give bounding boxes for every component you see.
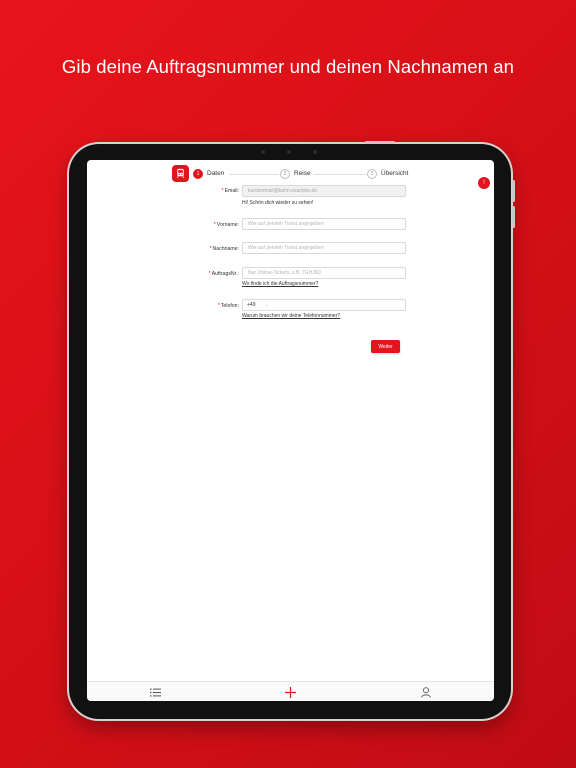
country-code-select[interactable]: +49 ⌄: [242, 299, 274, 311]
step-3-label: Übersicht: [381, 170, 409, 177]
telefon-label: *Telefon:: [217, 303, 239, 309]
sensor: [313, 150, 317, 154]
volume-button: [512, 180, 515, 202]
app-screen: 1 Daten 2 Reise 3 Übersicht ! *Email: ku…: [87, 160, 494, 701]
user-icon[interactable]: [420, 686, 432, 698]
headline: Gib deine Auftragsnummer und deinen Nach…: [61, 56, 515, 77]
front-camera: [287, 150, 291, 154]
email-label: *Email:: [221, 188, 239, 194]
step-2-indicator: 2: [280, 169, 290, 179]
step-1-label: Daten: [207, 170, 225, 177]
telefon-input[interactable]: [273, 299, 406, 311]
volume-button: [512, 206, 515, 228]
power-button: [365, 141, 395, 144]
auftragsnr-help-link[interactable]: Wo finde ich die Auftragsnummer?: [242, 281, 318, 287]
sensor: [261, 150, 265, 154]
chevron-down-icon: ⌄: [264, 302, 269, 308]
vorname-label: *Vorname:: [213, 222, 239, 228]
step-connector: [314, 174, 366, 175]
step-2-label: Reise: [294, 170, 311, 177]
step-3-indicator: 3: [367, 169, 377, 179]
email-field: kundenmail@bahn.example.de: [242, 185, 406, 197]
email-greeting: Hi! Schön dich wieder zu sehen!: [242, 200, 314, 206]
auftragsnr-input[interactable]: Nur Online-Tickets, z.B. 7GHJ6D: [242, 267, 406, 279]
nachname-input[interactable]: Wie auf deinem Ticket angegeben: [242, 242, 406, 254]
vorname-input[interactable]: Wie auf deinem Ticket angegeben: [242, 218, 406, 230]
alert-badge[interactable]: !: [478, 177, 490, 189]
train-icon: [172, 165, 189, 182]
weiter-button[interactable]: Weiter: [371, 340, 400, 353]
country-code-value: +49: [247, 302, 256, 308]
bottom-tabbar: [87, 681, 494, 701]
nachname-label: *Nachname:: [209, 246, 239, 252]
step-1-indicator: 1: [193, 169, 203, 179]
list-icon[interactable]: [149, 686, 161, 698]
progress-steps: 1 Daten 2 Reise 3 Übersicht: [87, 165, 494, 187]
auftragsnr-label: *AuftragsNr.:: [208, 271, 239, 277]
telefon-help-link[interactable]: Warum brauchen wir deine Telefonnummer?: [242, 313, 340, 319]
step-connector: [229, 174, 279, 175]
tablet-frame: 1 Daten 2 Reise 3 Übersicht ! *Email: ku…: [69, 141, 515, 719]
plus-icon[interactable]: [284, 686, 296, 698]
